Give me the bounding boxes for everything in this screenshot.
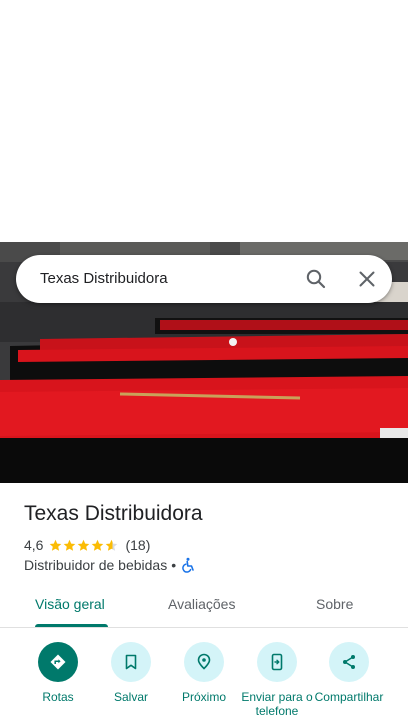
share-label: Compartilhar (314, 690, 384, 704)
category-row: Distribuidor de bebidas • (24, 556, 196, 574)
save-button[interactable]: Salvar (91, 642, 171, 704)
star-icon (64, 539, 76, 551)
star-icon (106, 539, 118, 551)
send-to-phone-icon (257, 642, 297, 682)
star-icon (78, 539, 90, 551)
separator-dot: • (171, 557, 177, 573)
search-bar[interactable]: Texas Distribuidora (16, 255, 392, 303)
rating-value: 4,6 (24, 537, 44, 553)
search-input[interactable]: Texas Distribuidora (40, 270, 168, 287)
tab-reviews[interactable]: Avaliações (168, 596, 235, 612)
directions-label: Rotas (42, 690, 74, 704)
save-label: Salvar (113, 690, 148, 704)
star-icon (92, 539, 104, 551)
search-icon[interactable] (304, 267, 328, 291)
place-title: Texas Distribuidora (24, 502, 203, 525)
review-count[interactable]: (18) (125, 537, 150, 553)
bookmark-icon (111, 642, 151, 682)
nearby-label: Próximo (181, 690, 226, 704)
wheelchair-accessible-icon (180, 557, 196, 573)
nearby-button[interactable]: Próximo (164, 642, 244, 704)
action-buttons: Rotas Salvar Próximo Enviar para o telef… (0, 640, 408, 726)
star-icon (50, 539, 62, 551)
place-category: Distribuidor de bebidas (24, 557, 168, 573)
send-to-phone-button[interactable]: Enviar para o telefone (237, 642, 317, 718)
send-to-phone-label: Enviar para o telefone (241, 690, 313, 718)
nearby-icon (184, 642, 224, 682)
rating-stars (49, 539, 119, 552)
close-icon[interactable] (355, 267, 379, 291)
directions-button[interactable]: Rotas (18, 642, 98, 704)
rating-row[interactable]: 4,6 (18) (24, 536, 150, 554)
directions-icon (38, 642, 78, 682)
tab-overview[interactable]: Visão geral (35, 596, 105, 612)
share-icon (329, 642, 369, 682)
share-button[interactable]: Compartilhar (309, 642, 389, 704)
place-tabs: Visão geral Avaliações Sobre (0, 584, 408, 628)
map-blank-area (0, 0, 408, 242)
active-tab-indicator (35, 624, 108, 627)
tab-about[interactable]: Sobre (316, 596, 353, 612)
